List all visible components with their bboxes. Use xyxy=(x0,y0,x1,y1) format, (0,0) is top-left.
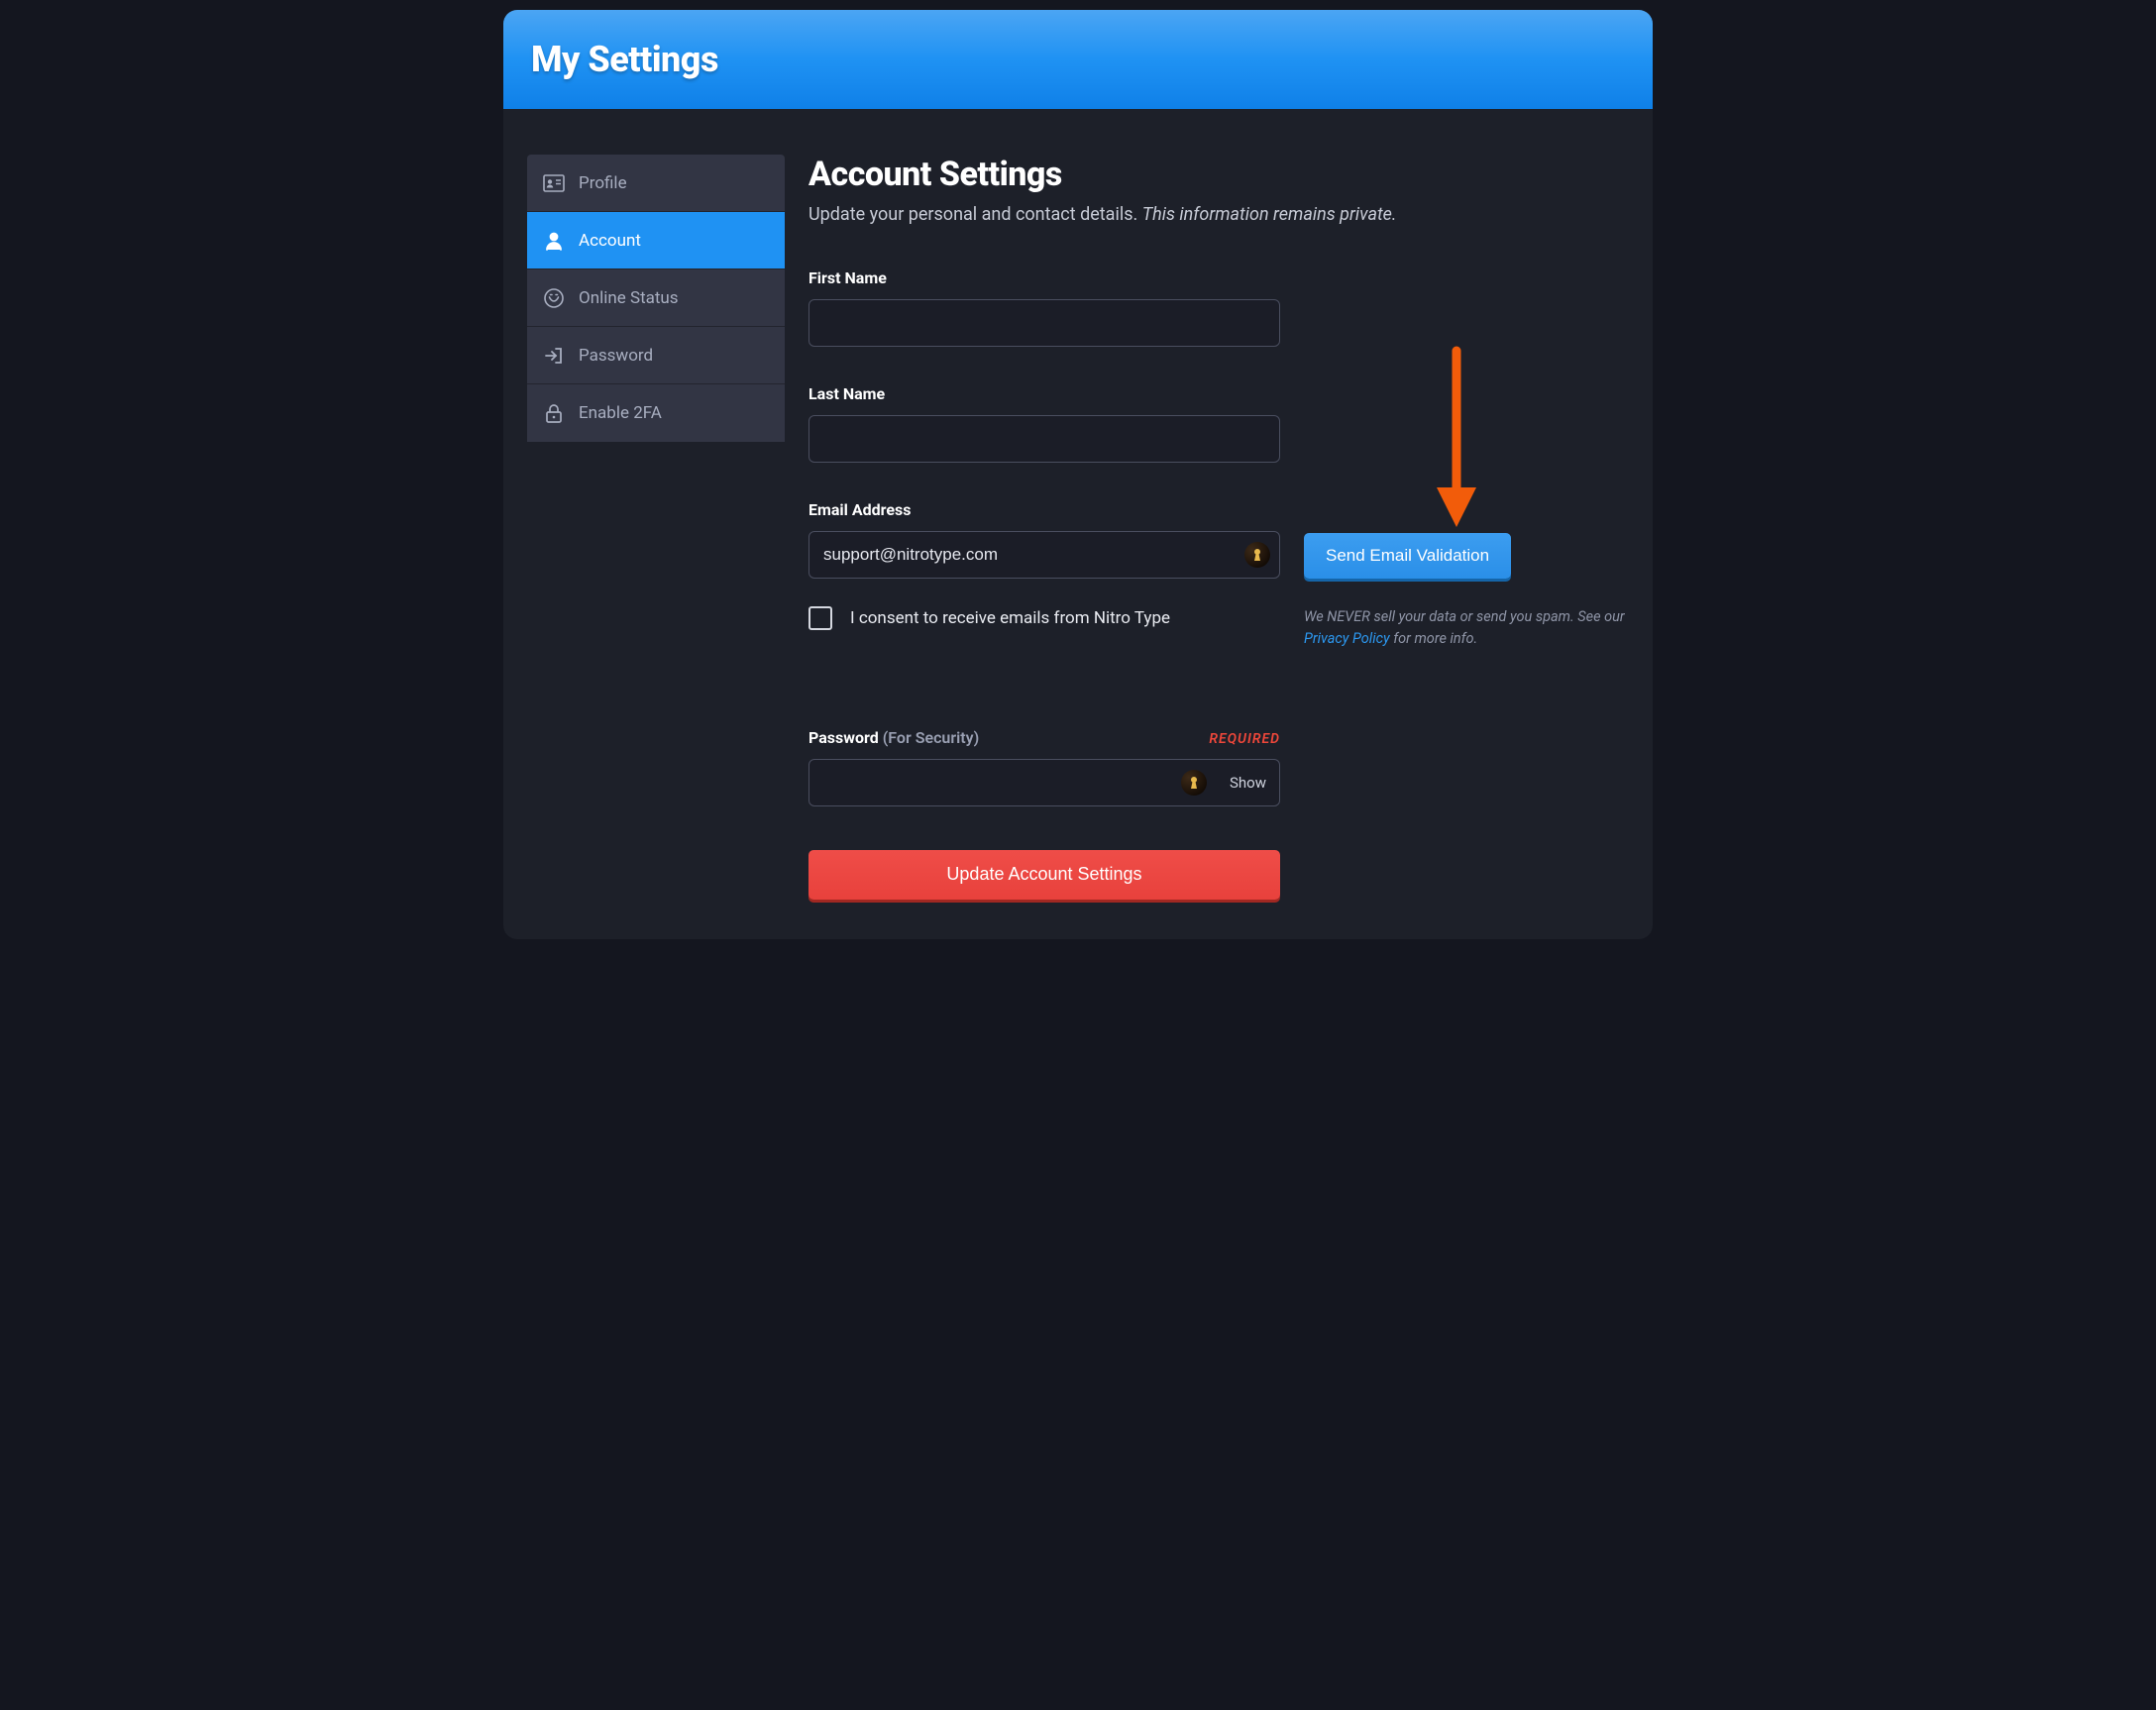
first-name-input[interactable] xyxy=(808,299,1280,347)
sidebar-item-label: Enable 2FA xyxy=(579,403,662,423)
header-title: My Settings xyxy=(531,39,718,80)
sidebar-item-enable-2fa[interactable]: Enable 2FA xyxy=(527,384,785,442)
keyhole-icon xyxy=(1244,542,1270,568)
lock-icon xyxy=(543,402,565,424)
profile-card-icon xyxy=(543,172,565,194)
card-header: My Settings xyxy=(503,10,1653,109)
password-label: Password (For Security) xyxy=(808,728,979,747)
settings-sidebar: Profile Account xyxy=(527,155,785,900)
email-label: Email Address xyxy=(808,500,1280,519)
sidebar-item-online-status[interactable]: Online Status xyxy=(527,269,785,327)
required-tag: REQUIRED xyxy=(1209,731,1280,747)
card-body: Profile Account xyxy=(503,109,1653,939)
password-header: Password (For Security) REQUIRED xyxy=(808,728,1280,747)
email-side-col: Send Email Validation xyxy=(1304,533,1629,579)
privacy-note: We NEVER sell your data or send you spam… xyxy=(1304,606,1629,651)
password-group: Password (For Security) REQUIRED Show xyxy=(808,728,1629,806)
person-icon xyxy=(543,230,565,252)
privacy-policy-link[interactable]: Privacy Policy xyxy=(1304,630,1390,647)
email-group: Email Address xyxy=(808,500,1280,579)
sidebar-item-label: Online Status xyxy=(579,288,679,308)
show-password-toggle[interactable]: Show xyxy=(1230,774,1266,792)
last-name-group: Last Name xyxy=(808,384,1280,463)
sidebar-item-label: Account xyxy=(579,231,641,251)
consent-checkbox-row: I consent to receive emails from Nitro T… xyxy=(808,606,1280,630)
main-content: Account Settings Update your personal an… xyxy=(808,155,1629,900)
first-name-label: First Name xyxy=(808,268,1280,287)
last-name-label: Last Name xyxy=(808,384,1280,403)
last-name-input[interactable] xyxy=(808,415,1280,463)
email-row: Email Address Send Email Validation xyxy=(808,500,1629,579)
page-subtitle: Update your personal and contact details… xyxy=(808,204,1629,225)
first-name-group: First Name xyxy=(808,268,1280,347)
keyhole-icon xyxy=(1181,770,1207,796)
consent-label: I consent to receive emails from Nitro T… xyxy=(850,608,1170,628)
consent-row: I consent to receive emails from Nitro T… xyxy=(808,612,1629,651)
consent-checkbox[interactable] xyxy=(808,606,832,630)
sidebar-item-password[interactable]: Password xyxy=(527,327,785,384)
sidebar-item-label: Profile xyxy=(579,173,627,193)
smiley-icon xyxy=(543,287,565,309)
login-arrow-icon xyxy=(543,345,565,367)
sidebar-item-profile[interactable]: Profile xyxy=(527,155,785,212)
privacy-note-col: We NEVER sell your data or send you spam… xyxy=(1304,612,1629,651)
send-email-validation-button[interactable]: Send Email Validation xyxy=(1304,533,1511,579)
settings-card: My Settings Profile xyxy=(503,10,1653,939)
password-input[interactable] xyxy=(808,759,1280,806)
sidebar-item-label: Password xyxy=(579,346,653,366)
page-title: Account Settings xyxy=(808,155,1629,194)
email-input-wrap xyxy=(808,531,1280,579)
sidebar-item-account[interactable]: Account xyxy=(527,212,785,269)
email-input[interactable] xyxy=(808,531,1280,579)
update-account-settings-button[interactable]: Update Account Settings xyxy=(808,850,1280,900)
password-input-wrap: Show xyxy=(808,759,1280,806)
